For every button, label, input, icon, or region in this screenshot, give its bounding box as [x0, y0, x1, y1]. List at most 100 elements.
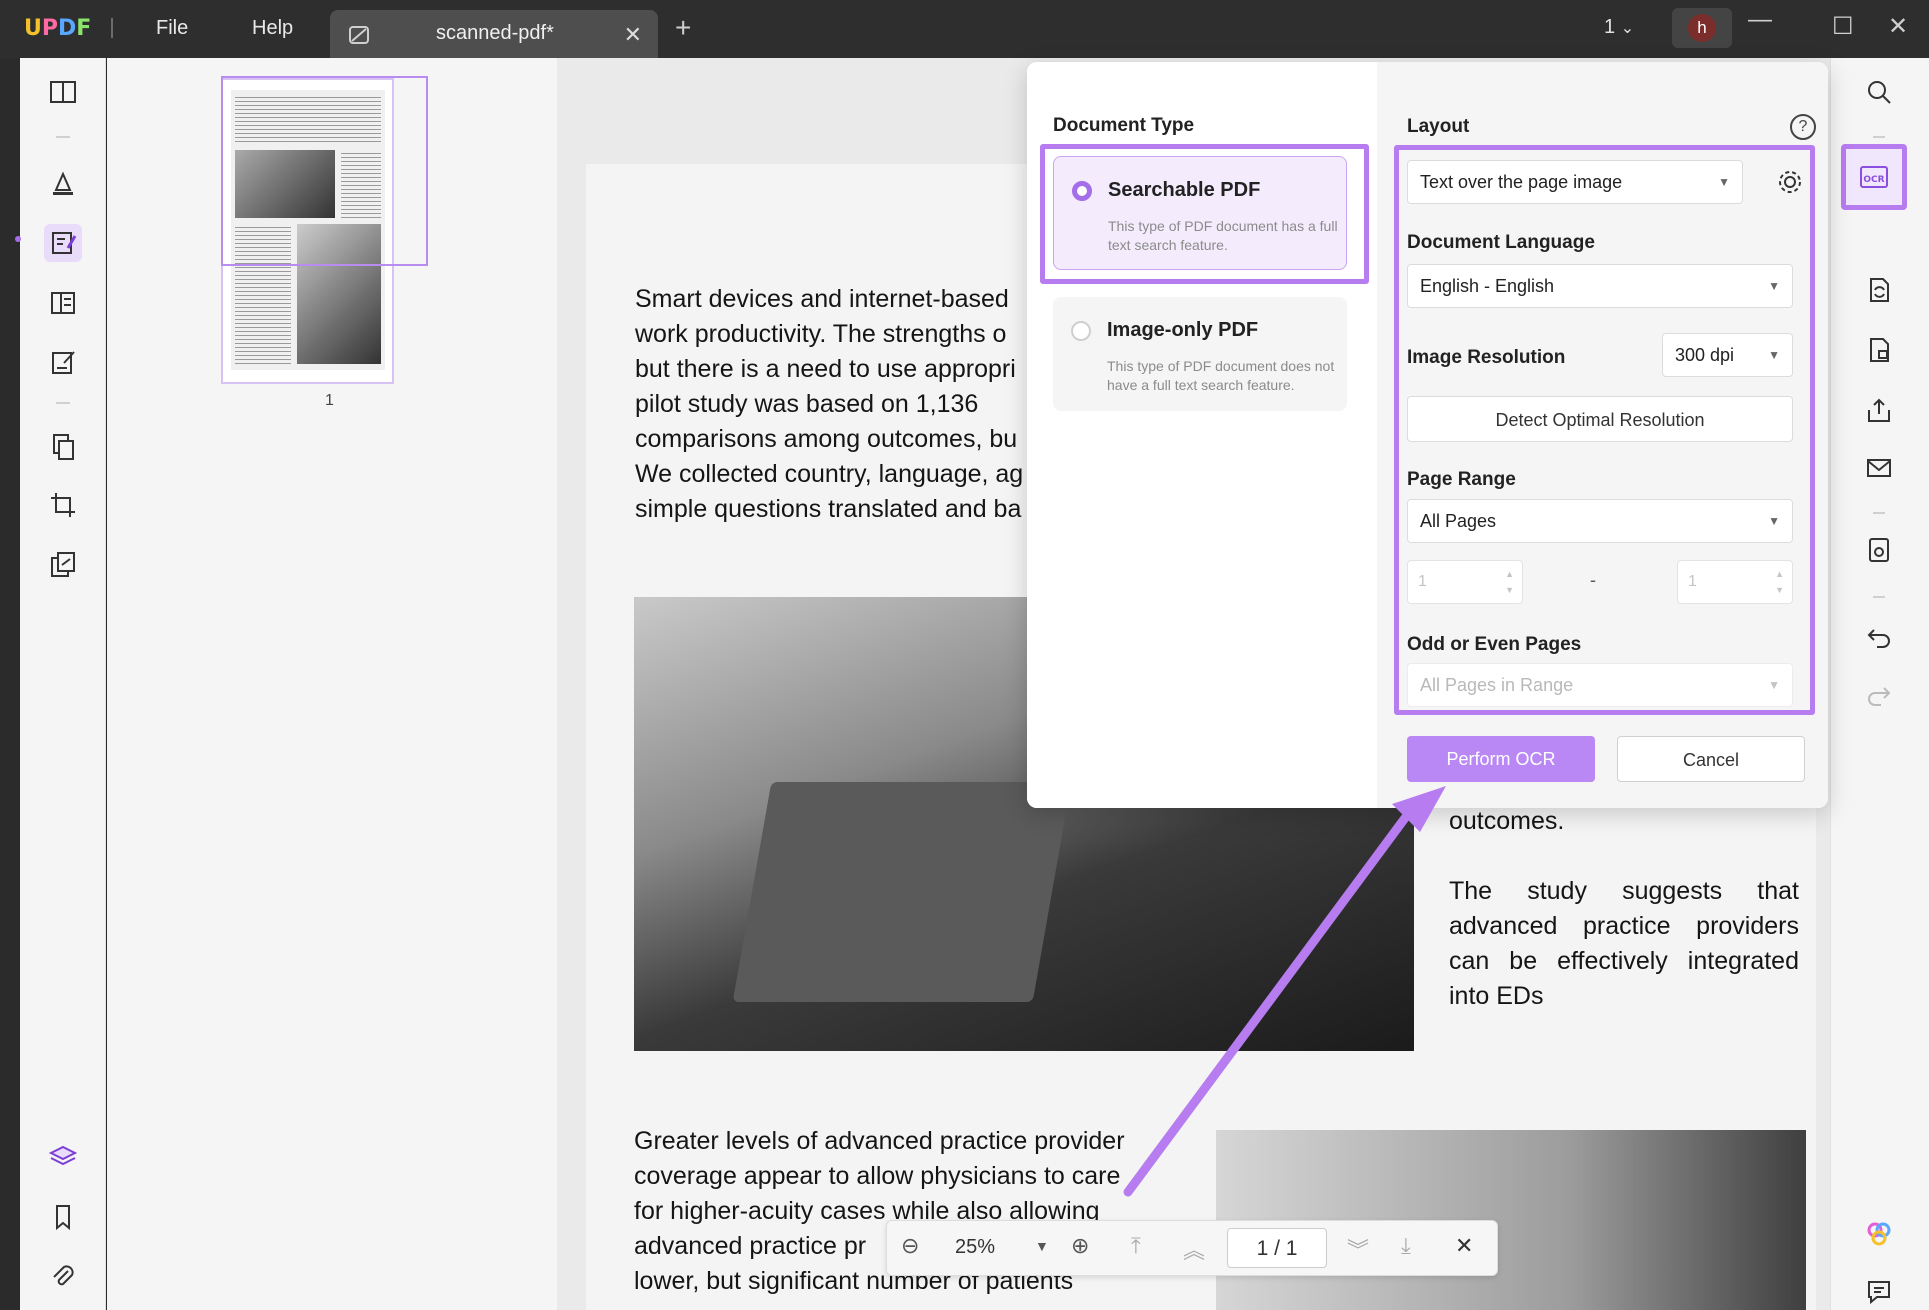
dropdown-caret-icon: ▼ — [1768, 678, 1780, 692]
right-toolbar — [1830, 58, 1929, 1310]
toolbar-separator — [1873, 596, 1885, 598]
redo-icon[interactable] — [1861, 676, 1897, 712]
odd-even-title: Odd or Even Pages — [1407, 634, 1582, 655]
option-description: This type of PDF document does not have … — [1107, 358, 1335, 393]
close-window-icon[interactable]: ✕ — [1888, 12, 1908, 41]
ocr-settings-panel: Layout ? Text over the page image ▼ Docum… — [1377, 62, 1828, 808]
stepper-up-icon[interactable]: ▲ — [1775, 569, 1784, 579]
tab-close-icon[interactable]: ✕ — [624, 22, 642, 48]
ai-assistant-icon[interactable] — [1861, 1216, 1897, 1252]
layers-icon[interactable] — [44, 1138, 82, 1176]
zoom-out-icon[interactable]: ⊖ — [901, 1233, 919, 1259]
option-description: This type of PDF document has a full tex… — [1108, 218, 1338, 253]
convert-icon[interactable] — [1861, 272, 1897, 308]
thumbnail-page-number: 1 — [325, 392, 334, 409]
stepper-up-icon[interactable]: ▲ — [1505, 569, 1514, 579]
zoom-dropdown-icon[interactable]: ▼ — [1035, 1238, 1049, 1254]
dropdown-caret-icon: ▼ — [1718, 175, 1730, 189]
toolbar-separator — [1873, 136, 1885, 138]
radio-selected[interactable] — [1072, 181, 1092, 201]
document-language-title: Document Language — [1407, 232, 1595, 253]
dropdown-caret-icon: ▼ — [1768, 348, 1780, 362]
maximize-icon[interactable]: ☐ — [1832, 12, 1854, 41]
layout-title: Layout — [1407, 116, 1470, 137]
stepper-down-icon[interactable]: ▼ — [1505, 585, 1514, 595]
svg-text:OCR: OCR — [1863, 175, 1884, 185]
laptop-shape — [732, 782, 1072, 1002]
page-tools-icon[interactable] — [44, 428, 82, 466]
page-indicator[interactable]: 1 / 1 — [1227, 1228, 1327, 1268]
protect-file-icon[interactable] — [1861, 332, 1897, 368]
ocr-button[interactable]: OCR — [1841, 144, 1907, 210]
image-only-pdf-option[interactable]: Image-only PDF This type of PDF document… — [1053, 297, 1347, 411]
attachment-icon[interactable] — [44, 1258, 82, 1296]
title-bar: UPDF File Help scanned-pdf* ✕ + 1 ⌄ h — … — [0, 0, 1929, 58]
title-separator — [111, 18, 113, 38]
last-page-icon[interactable]: ⤓ — [1401, 1233, 1411, 1259]
odd-even-select[interactable]: All Pages in Range ▼ — [1407, 663, 1793, 707]
resolution-select[interactable]: 300 dpi ▼ — [1662, 333, 1793, 377]
page-from-stepper[interactable]: 1 ▲ ▼ — [1407, 560, 1523, 604]
zoom-in-icon[interactable]: ⊕ — [1071, 1233, 1089, 1259]
option-title: Image-only PDF — [1107, 319, 1259, 341]
image-resolution-title: Image Resolution — [1407, 347, 1566, 368]
bookmark-icon[interactable] — [44, 1198, 82, 1236]
stepper-down-icon[interactable]: ▼ — [1775, 585, 1784, 595]
crop-icon[interactable] — [44, 486, 82, 524]
organize-pages-icon[interactable] — [44, 284, 82, 322]
ocr-icon: OCR — [1860, 166, 1888, 188]
document-type-panel: Document Type Searchable PDF This type o… — [1027, 62, 1377, 808]
dropdown-caret-icon: ▼ — [1768, 514, 1780, 528]
left-toolbar — [20, 58, 106, 1310]
undo-icon[interactable] — [1861, 618, 1897, 654]
first-page-icon[interactable]: ⤒ — [1131, 1233, 1141, 1259]
thumbnail-viewport-selection — [221, 76, 428, 266]
layout-select[interactable]: Text over the page image ▼ — [1407, 160, 1743, 204]
reader-icon[interactable] — [44, 74, 82, 112]
menu-file[interactable]: File — [156, 17, 188, 40]
detect-optimal-resolution-button[interactable]: Detect Optimal Resolution — [1407, 396, 1793, 442]
comment-icon[interactable] — [1861, 1274, 1897, 1310]
new-tab-icon[interactable]: + — [675, 14, 691, 42]
page-to-stepper[interactable]: 1 ▲ ▼ — [1677, 560, 1793, 604]
zoom-value[interactable]: 25% — [955, 1236, 995, 1259]
save-icon[interactable] — [1861, 532, 1897, 568]
chevron-down-icon: ⌄ — [1620, 20, 1635, 37]
help-icon[interactable]: ? — [1790, 114, 1816, 140]
user-avatar[interactable]: h — [1672, 8, 1732, 48]
radio-unselected[interactable] — [1071, 321, 1091, 341]
form-icon[interactable] — [44, 344, 82, 382]
next-page-icon[interactable]: ︾ — [1347, 1233, 1369, 1265]
close-zoombar-icon[interactable]: ✕ — [1455, 1233, 1473, 1259]
cancel-button[interactable]: Cancel — [1617, 736, 1805, 782]
page-from-value: 1 — [1418, 573, 1427, 590]
toolbar-separator — [56, 136, 70, 138]
protect-icon[interactable] — [44, 546, 82, 584]
zoom-toolbar: ⊖ 25% ▼ ⊕ ⤒ ︽ 1 / 1 ︾ ⤓ ✕ — [886, 1220, 1498, 1276]
minimize-icon[interactable]: — — [1748, 6, 1772, 34]
tab-title: scanned-pdf* — [436, 22, 554, 44]
odd-even-value: All Pages in Range — [1420, 675, 1574, 695]
email-icon[interactable] — [1861, 450, 1897, 486]
menu-help[interactable]: Help — [252, 17, 293, 40]
edit-pdf-icon[interactable] — [44, 224, 82, 262]
range-separator: - — [1590, 570, 1596, 590]
page-selector[interactable]: 1 ⌄ — [1604, 16, 1634, 39]
gear-icon[interactable] — [1775, 167, 1805, 197]
searchable-pdf-option[interactable]: Searchable PDF This type of PDF document… — [1053, 156, 1347, 270]
page-paragraph-2: outcomes. The study suggests that advanc… — [1449, 807, 1799, 1010]
language-select[interactable]: English - English ▼ — [1407, 264, 1793, 308]
perform-ocr-button[interactable]: Perform OCR — [1407, 736, 1595, 782]
page-range-select[interactable]: All Pages ▼ — [1407, 499, 1793, 543]
document-tab[interactable]: scanned-pdf* ✕ — [330, 10, 658, 58]
active-indicator — [15, 236, 21, 242]
comment-highlighter-icon[interactable] — [44, 164, 82, 202]
dropdown-caret-icon: ▼ — [1768, 279, 1780, 293]
thumbnail-panel: 1 — [107, 58, 557, 1310]
search-icon[interactable] — [1861, 74, 1897, 110]
share-icon[interactable] — [1861, 392, 1897, 428]
toolbar-separator — [56, 402, 70, 404]
document-type-title: Document Type — [1053, 115, 1195, 136]
toolbar-separator — [1873, 512, 1885, 514]
previous-page-icon[interactable]: ︽ — [1183, 1233, 1205, 1265]
